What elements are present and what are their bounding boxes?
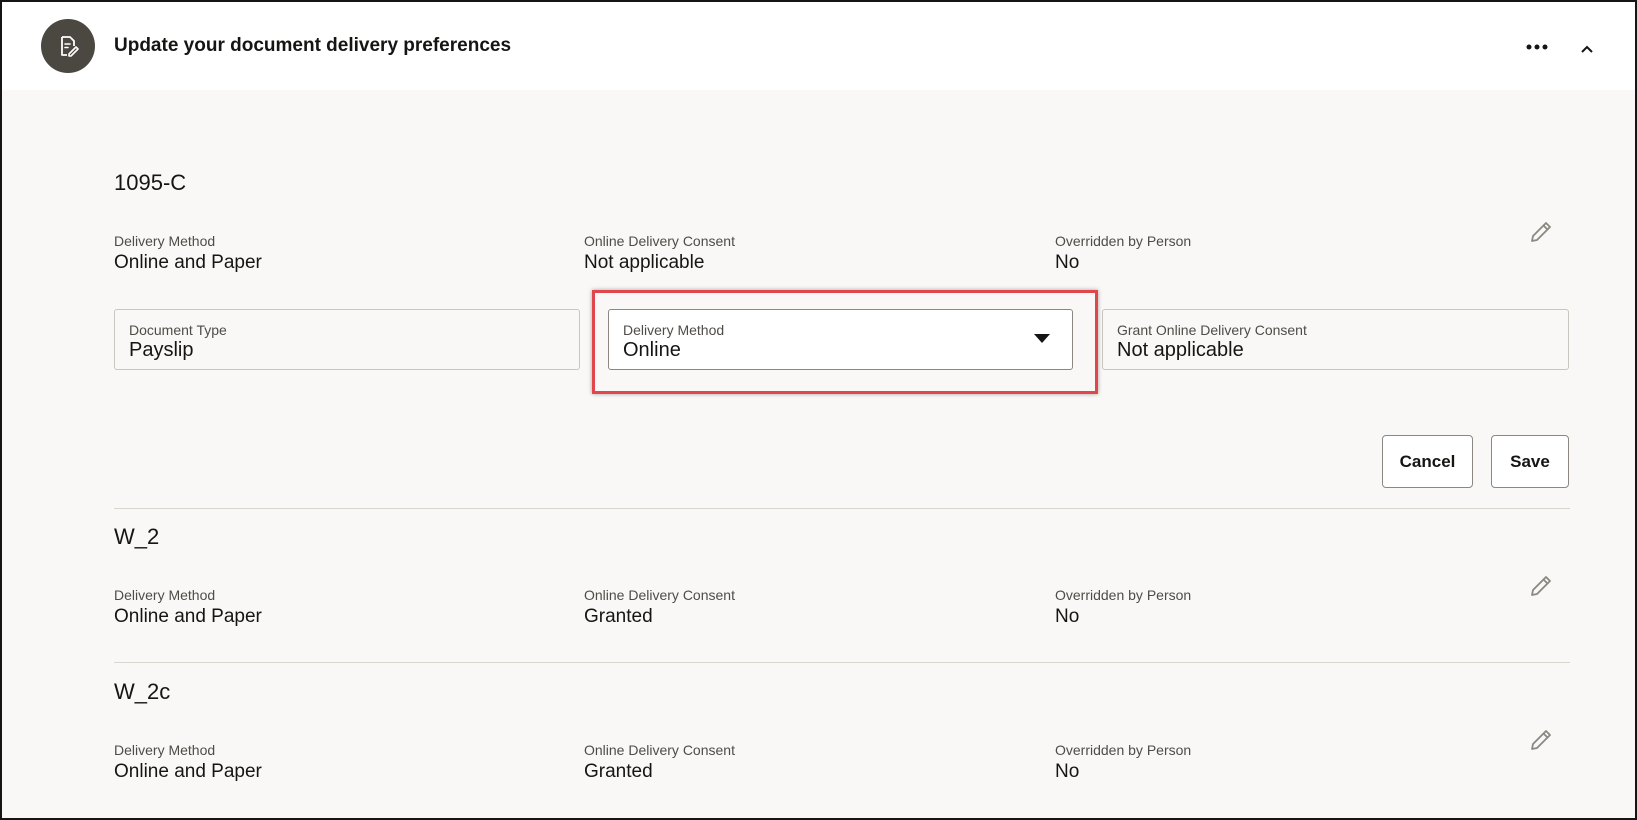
online-consent-label: Online Delivery Consent: [584, 587, 735, 603]
delivery-method-select-label: Delivery Method: [623, 322, 725, 338]
online-consent-value: Granted: [584, 761, 653, 782]
section-1095-c: 1095-C: [114, 170, 1570, 196]
delivery-preferences-panel: Update your document delivery preference…: [0, 0, 1637, 820]
overridden-value: No: [1055, 252, 1080, 273]
online-consent-value: Granted: [584, 606, 653, 627]
grant-consent-value: Not applicable: [1117, 339, 1244, 361]
delivery-method-select-value: Online: [623, 339, 681, 361]
edit-button[interactable]: [1524, 215, 1558, 249]
pencil-icon: [1531, 222, 1551, 242]
delivery-method-value: Online and Paper: [114, 252, 262, 273]
delivery-method-value: Online and Paper: [114, 606, 262, 627]
section-title: W_2c: [114, 679, 171, 704]
overridden-label: Overridden by Person: [1055, 233, 1192, 249]
more-actions-button[interactable]: [1520, 30, 1554, 64]
overridden-value: No: [1055, 761, 1080, 782]
cancel-button[interactable]: Cancel: [1382, 435, 1473, 488]
document-type-label: Document Type: [129, 322, 227, 338]
chevron-up-icon: [1581, 45, 1593, 53]
edit-button[interactable]: [1524, 569, 1558, 603]
panel-header: Update your document delivery preference…: [2, 2, 1635, 90]
pencil-icon: [1531, 730, 1551, 750]
overridden-label: Overridden by Person: [1055, 587, 1192, 603]
page-title: Update your document delivery preference…: [114, 35, 512, 56]
caret-down-icon[interactable]: [1034, 334, 1050, 343]
pencil-icon: [1531, 576, 1551, 596]
save-button[interactable]: Save: [1491, 435, 1569, 488]
online-consent-label: Online Delivery Consent: [584, 233, 735, 249]
delivery-method-value: Online and Paper: [114, 761, 262, 782]
delivery-method-label: Delivery Method: [114, 587, 216, 603]
document-type-value: Payslip: [129, 339, 194, 361]
document-type-field: Document Type Payslip: [114, 309, 580, 370]
section-title: 1095-C: [114, 170, 187, 195]
section-w-2c: W_2c: [114, 679, 1570, 705]
edit-button[interactable]: [1524, 723, 1558, 757]
divider: [114, 508, 1570, 509]
divider: [114, 662, 1570, 663]
delivery-method-label: Delivery Method: [114, 742, 216, 758]
grant-consent-label: Grant Online Delivery Consent: [1117, 322, 1307, 338]
document-edit-icon: [41, 19, 95, 73]
section-title: W_2: [114, 524, 160, 549]
overridden-value: No: [1055, 606, 1080, 627]
overridden-label: Overridden by Person: [1055, 742, 1192, 758]
collapse-button[interactable]: [1570, 32, 1604, 66]
delivery-method-label: Delivery Method: [114, 233, 216, 249]
delivery-method-select[interactable]: Delivery Method Online: [608, 309, 1073, 370]
ellipsis-icon: [1526, 44, 1548, 50]
online-consent-value: Not applicable: [584, 252, 705, 273]
grant-consent-field: Grant Online Delivery Consent Not applic…: [1102, 309, 1569, 370]
online-consent-label: Online Delivery Consent: [584, 742, 735, 758]
section-w-2: W_2: [114, 524, 1570, 550]
